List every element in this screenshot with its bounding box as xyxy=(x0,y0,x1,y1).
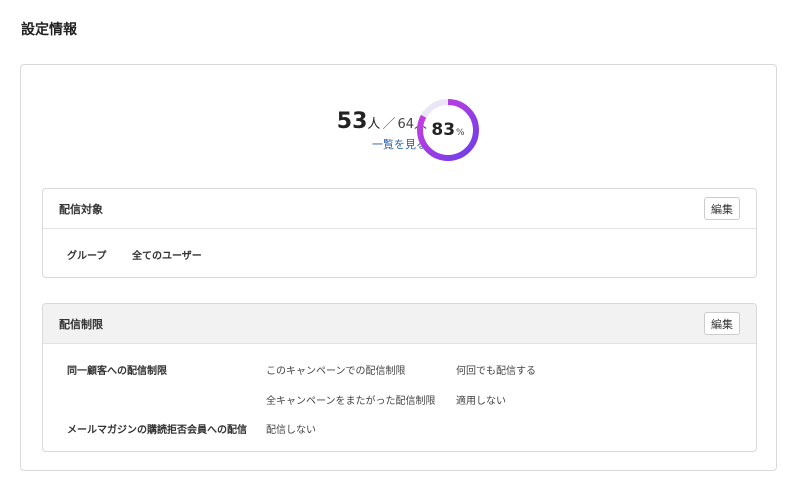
cross-campaign-limit-label: 全キャンペーンをまたがった配信制限 xyxy=(266,396,436,407)
percentage-sign: % xyxy=(456,127,465,138)
delivery-target-title: 配信対象 xyxy=(59,202,103,216)
delivery-target-edit-button[interactable]: 編集 xyxy=(704,197,740,220)
percentage-donut: 83% xyxy=(415,97,481,163)
count-separator: ／ xyxy=(382,117,396,132)
delivery-limit-edit-button[interactable]: 編集 xyxy=(704,312,740,335)
delivery-summary: 53人／ 64人 一覧を見る 83% xyxy=(21,65,776,185)
group-value: 全てのユーザー xyxy=(132,251,202,262)
group-label: グループ xyxy=(67,251,107,262)
same-customer-limit-label: 同一顧客への配信制限 xyxy=(67,366,167,377)
recipient-count-unit: 人 xyxy=(367,117,381,132)
delivery-target-section: 配信対象 編集 グループ 全てのユーザー xyxy=(42,188,757,278)
optout-delivery-value: 配信しない xyxy=(266,425,316,436)
delivery-limit-section: 配信制限 編集 同一顧客への配信制限 このキャンペーンでの配信制限 何回でも配信… xyxy=(42,303,757,452)
donut-label: 83% xyxy=(415,97,481,163)
recipient-count: 53人／ 64人 一覧を見る xyxy=(327,109,427,152)
optout-delivery-label: メールマガジンの購読拒否会員への配信 xyxy=(67,425,247,436)
delivery-limit-title: 配信制限 xyxy=(59,317,103,331)
delivery-limit-header: 配信制限 編集 xyxy=(43,304,756,344)
recipient-count-value: 53 xyxy=(336,109,368,134)
percentage-value: 83 xyxy=(431,120,456,140)
campaign-limit-value: 何回でも配信する xyxy=(456,366,536,377)
settings-card: 53人／ 64人 一覧を見る 83% 配信対象 編集 グループ 全てのユーザー … xyxy=(20,64,777,471)
delivery-target-header: 配信対象 編集 xyxy=(43,189,756,229)
campaign-limit-label: このキャンペーンでの配信制限 xyxy=(266,366,406,377)
cross-campaign-limit-value: 適用しない xyxy=(456,396,506,407)
view-list-link[interactable]: 一覧を見る xyxy=(327,136,427,152)
page-title: 設定情報 xyxy=(21,22,77,38)
count-line: 53人／ 64人 xyxy=(327,109,427,134)
